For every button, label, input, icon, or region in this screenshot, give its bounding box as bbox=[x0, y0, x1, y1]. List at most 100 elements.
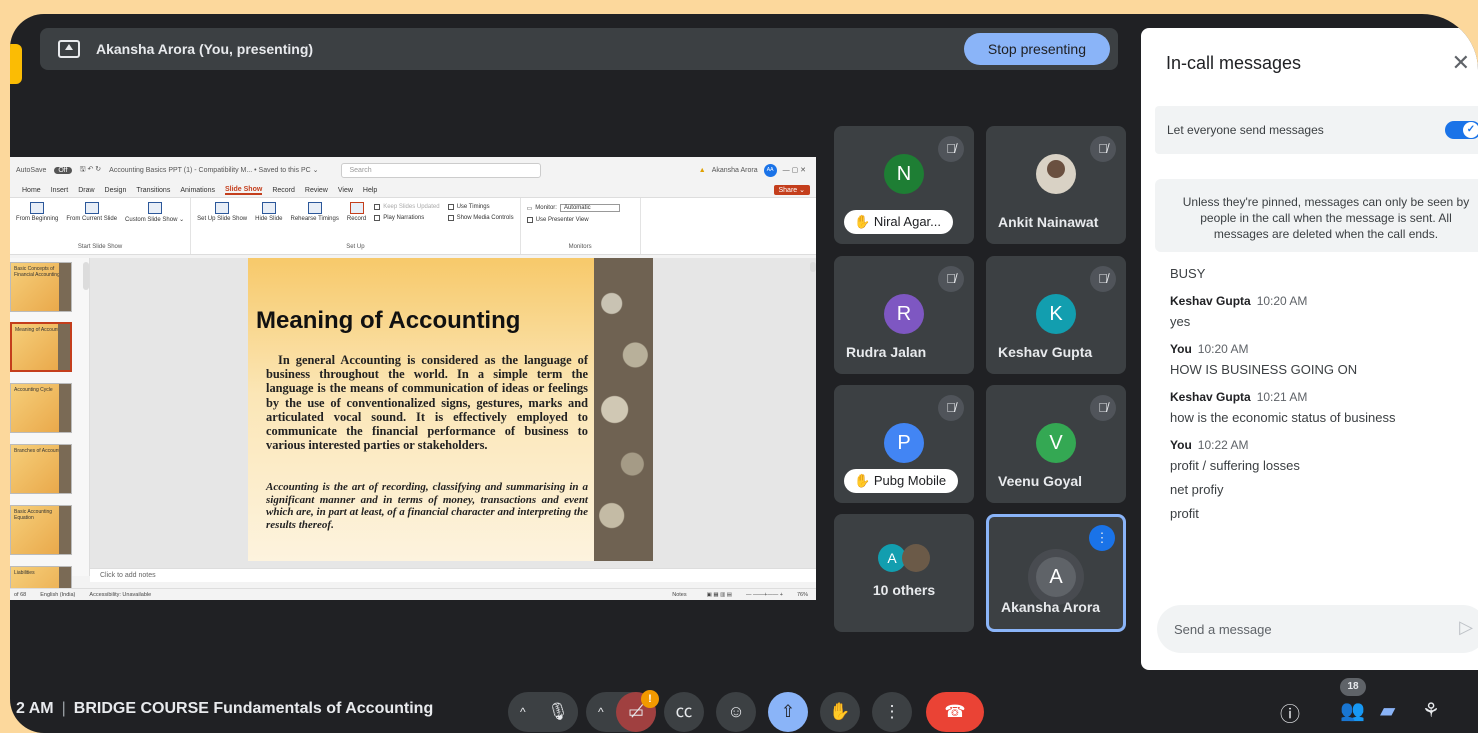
leave-call-button[interactable]: ☎ bbox=[926, 692, 984, 732]
menu-insert[interactable]: Insert bbox=[51, 187, 69, 194]
menu-review[interactable]: Review bbox=[305, 187, 328, 194]
view-buttons-icon[interactable]: ▣ ▦ ▥ ▤ bbox=[707, 592, 732, 598]
custom-show-button[interactable]: Custom Slide Show ⌄ bbox=[125, 202, 184, 223]
language-status: English (India) bbox=[40, 591, 76, 598]
menu-draw[interactable]: Draw bbox=[78, 187, 94, 194]
current-slide[interactable]: Meaning of Accounting In general Account… bbox=[248, 258, 653, 561]
slideshow-icon bbox=[30, 202, 45, 214]
participant-name: Keshav Gupta bbox=[998, 344, 1093, 360]
tile-others[interactable]: A 10 others bbox=[834, 514, 974, 632]
slideshow-icon bbox=[84, 202, 99, 214]
clock-time: 2 AM bbox=[16, 700, 54, 717]
meet-window: Akansha Arora (You, presenting) Stop pre… bbox=[10, 14, 1478, 733]
let-everyone-row: Let everyone send messages bbox=[1155, 106, 1478, 154]
info-icon[interactable]: ⓘ bbox=[1280, 698, 1300, 727]
ppt-share-button[interactable]: Share ⌄ bbox=[773, 185, 810, 195]
people-icon[interactable]: 👥 bbox=[1340, 698, 1365, 723]
ppt-titlebar: AutoSave Off 🖫 ↶ ↻ Accounting Basics PPT… bbox=[10, 157, 816, 183]
stop-presenting-button[interactable]: Stop presenting bbox=[963, 33, 1110, 65]
autosave-toggle[interactable]: Off bbox=[54, 166, 72, 174]
message-header: Keshav Gupta 10:21 AM bbox=[1170, 390, 1308, 404]
hide-slide-icon bbox=[261, 202, 276, 214]
raise-hand-button[interactable]: ✋ bbox=[820, 692, 860, 732]
avatar: N bbox=[884, 154, 924, 194]
activities-icon[interactable]: ⚘ bbox=[1422, 698, 1440, 723]
keep-slides-checkbox[interactable]: Keep Slides Updated bbox=[374, 204, 440, 210]
slide-body: In general Accounting is considered as t… bbox=[266, 353, 588, 453]
tile-rudra[interactable]: 🎙̸ R Rudra Jalan bbox=[834, 256, 974, 374]
ppt-user-name: Akansha Arora bbox=[711, 166, 758, 174]
ribbon-group-label: Start Slide Show bbox=[77, 244, 123, 250]
chat-icon[interactable]: ▰ bbox=[1380, 698, 1395, 723]
let-everyone-toggle[interactable] bbox=[1445, 121, 1478, 139]
present-button[interactable]: ⇧ bbox=[768, 692, 808, 732]
send-message-input[interactable]: Send a message ▷ bbox=[1157, 605, 1478, 653]
zoom-slider[interactable]: — ——+—— + bbox=[746, 592, 783, 598]
slide-thumb[interactable]: Accounting Cycle bbox=[10, 383, 72, 433]
message-list: BUSY Keshav Gupta 10:20 AM yes You 10:20 A… bbox=[1170, 266, 1470, 530]
rehearse-button[interactable]: Rehearse Timings bbox=[291, 202, 339, 222]
setup-slideshow-button[interactable]: Set Up Slide Show bbox=[197, 202, 247, 222]
captions-button[interactable]: ㏄ bbox=[664, 692, 704, 732]
use-timings-checkbox[interactable]: Use Timings bbox=[447, 204, 514, 210]
raised-hand-icon: ✋ bbox=[854, 473, 871, 488]
menu-home[interactable]: Home bbox=[22, 187, 41, 194]
camera-group: ^ ▭̸ ! bbox=[586, 690, 659, 732]
message-header: Keshav Gupta 10:20 AM bbox=[1170, 294, 1308, 308]
slide-thumb[interactable]: Basic Concepts of Financial Accounting bbox=[10, 262, 72, 312]
speaking-icon: ⋮ bbox=[1089, 525, 1115, 551]
message-text: net profiy bbox=[1170, 482, 1224, 497]
menu-design[interactable]: Design bbox=[105, 187, 127, 194]
menu-slide-show[interactable]: Slide Show bbox=[224, 186, 263, 195]
more-options-button[interactable]: ⋮ bbox=[872, 692, 912, 732]
notes-toggle[interactable]: Notes bbox=[672, 592, 692, 598]
slide-thumb[interactable]: Branches of Accounting bbox=[10, 444, 72, 494]
slide-title: Meaning of Accounting bbox=[256, 307, 521, 334]
from-beginning-button[interactable]: From Beginning bbox=[16, 202, 58, 223]
accessibility-status[interactable]: Accessibility: Unavailable bbox=[89, 592, 151, 598]
show-media-checkbox[interactable]: Show Media Controls bbox=[447, 215, 514, 221]
monitor-select[interactable]: ▭ Monitor: Automatic bbox=[527, 204, 634, 212]
menu-help[interactable]: Help bbox=[363, 187, 377, 194]
menu-record[interactable]: Record bbox=[272, 187, 295, 194]
close-icon[interactable]: ✕ bbox=[1452, 50, 1470, 76]
ribbon-setup-group: Set Up Slide Show Hide Slide Rehearse Ti… bbox=[191, 198, 521, 254]
captions-icon: ㏄ bbox=[675, 702, 693, 721]
ppt-search-input[interactable]: Search bbox=[340, 162, 541, 178]
camera-options-icon[interactable]: ^ bbox=[598, 692, 604, 732]
tile-veenu[interactable]: 🎙̸ V Veenu Goyal bbox=[986, 385, 1126, 503]
record-button[interactable]: Record bbox=[347, 202, 366, 222]
ribbon-monitors-group: ▭ Monitor: Automatic Use Presenter View Mo… bbox=[521, 198, 641, 254]
menu-animations[interactable]: Animations bbox=[180, 187, 215, 194]
menu-view[interactable]: View bbox=[338, 187, 353, 194]
slide-thumb[interactable]: Meaning of Accounting bbox=[10, 322, 72, 372]
notes-pane[interactable]: Click to add notes bbox=[90, 568, 816, 582]
tile-ankit[interactable]: 🎙̸ Ankit Nainawat bbox=[986, 126, 1126, 244]
tile-akansha[interactable]: ⋮ A Akansha Arora bbox=[986, 514, 1126, 632]
slide-thumb[interactable]: Basic Accounting Equation bbox=[10, 505, 72, 555]
presenter-view-checkbox[interactable]: Use Presenter View bbox=[526, 217, 634, 223]
present-screen-icon bbox=[58, 40, 80, 58]
microphone-button[interactable]: 🎙 bbox=[538, 692, 578, 732]
slide-scrollbar[interactable] bbox=[810, 262, 816, 272]
ppt-avatar[interactable]: AA bbox=[763, 163, 777, 177]
from-current-button[interactable]: From Current Slide bbox=[66, 202, 117, 223]
hang-up-icon: ☎ bbox=[944, 702, 966, 721]
mic-options-icon[interactable]: ^ bbox=[520, 692, 526, 732]
save-icon[interactable]: 🖫 ↶ ↻ bbox=[80, 165, 102, 176]
message-text: HOW IS BUSINESS GOING ON bbox=[1170, 362, 1358, 377]
send-icon[interactable]: ▷ bbox=[1459, 617, 1473, 638]
message-text: how is the economic status of business bbox=[1170, 410, 1396, 425]
tile-keshav[interactable]: 🎙̸ K Keshav Gupta bbox=[986, 256, 1126, 374]
menu-transitions[interactable]: Transitions bbox=[136, 187, 170, 194]
tile-niral[interactable]: 🎙̸ N ✋ Niral Agar... bbox=[834, 126, 974, 244]
window-controls-icon[interactable]: — ▢ ✕ bbox=[783, 166, 806, 174]
thumb-scrollbar[interactable] bbox=[83, 262, 89, 290]
message-text: BUSY bbox=[1170, 266, 1206, 281]
participant-name: Akansha Arora bbox=[1001, 599, 1101, 615]
hide-slide-button[interactable]: Hide Slide bbox=[255, 202, 283, 222]
play-narrations-checkbox[interactable]: Play Narrations bbox=[374, 215, 439, 221]
tile-pubg[interactable]: 🎙̸ P ✋ Pubg Mobile bbox=[834, 385, 974, 503]
monitor-icon: ▭ bbox=[526, 205, 533, 212]
reactions-button[interactable]: ☺ bbox=[716, 692, 756, 732]
